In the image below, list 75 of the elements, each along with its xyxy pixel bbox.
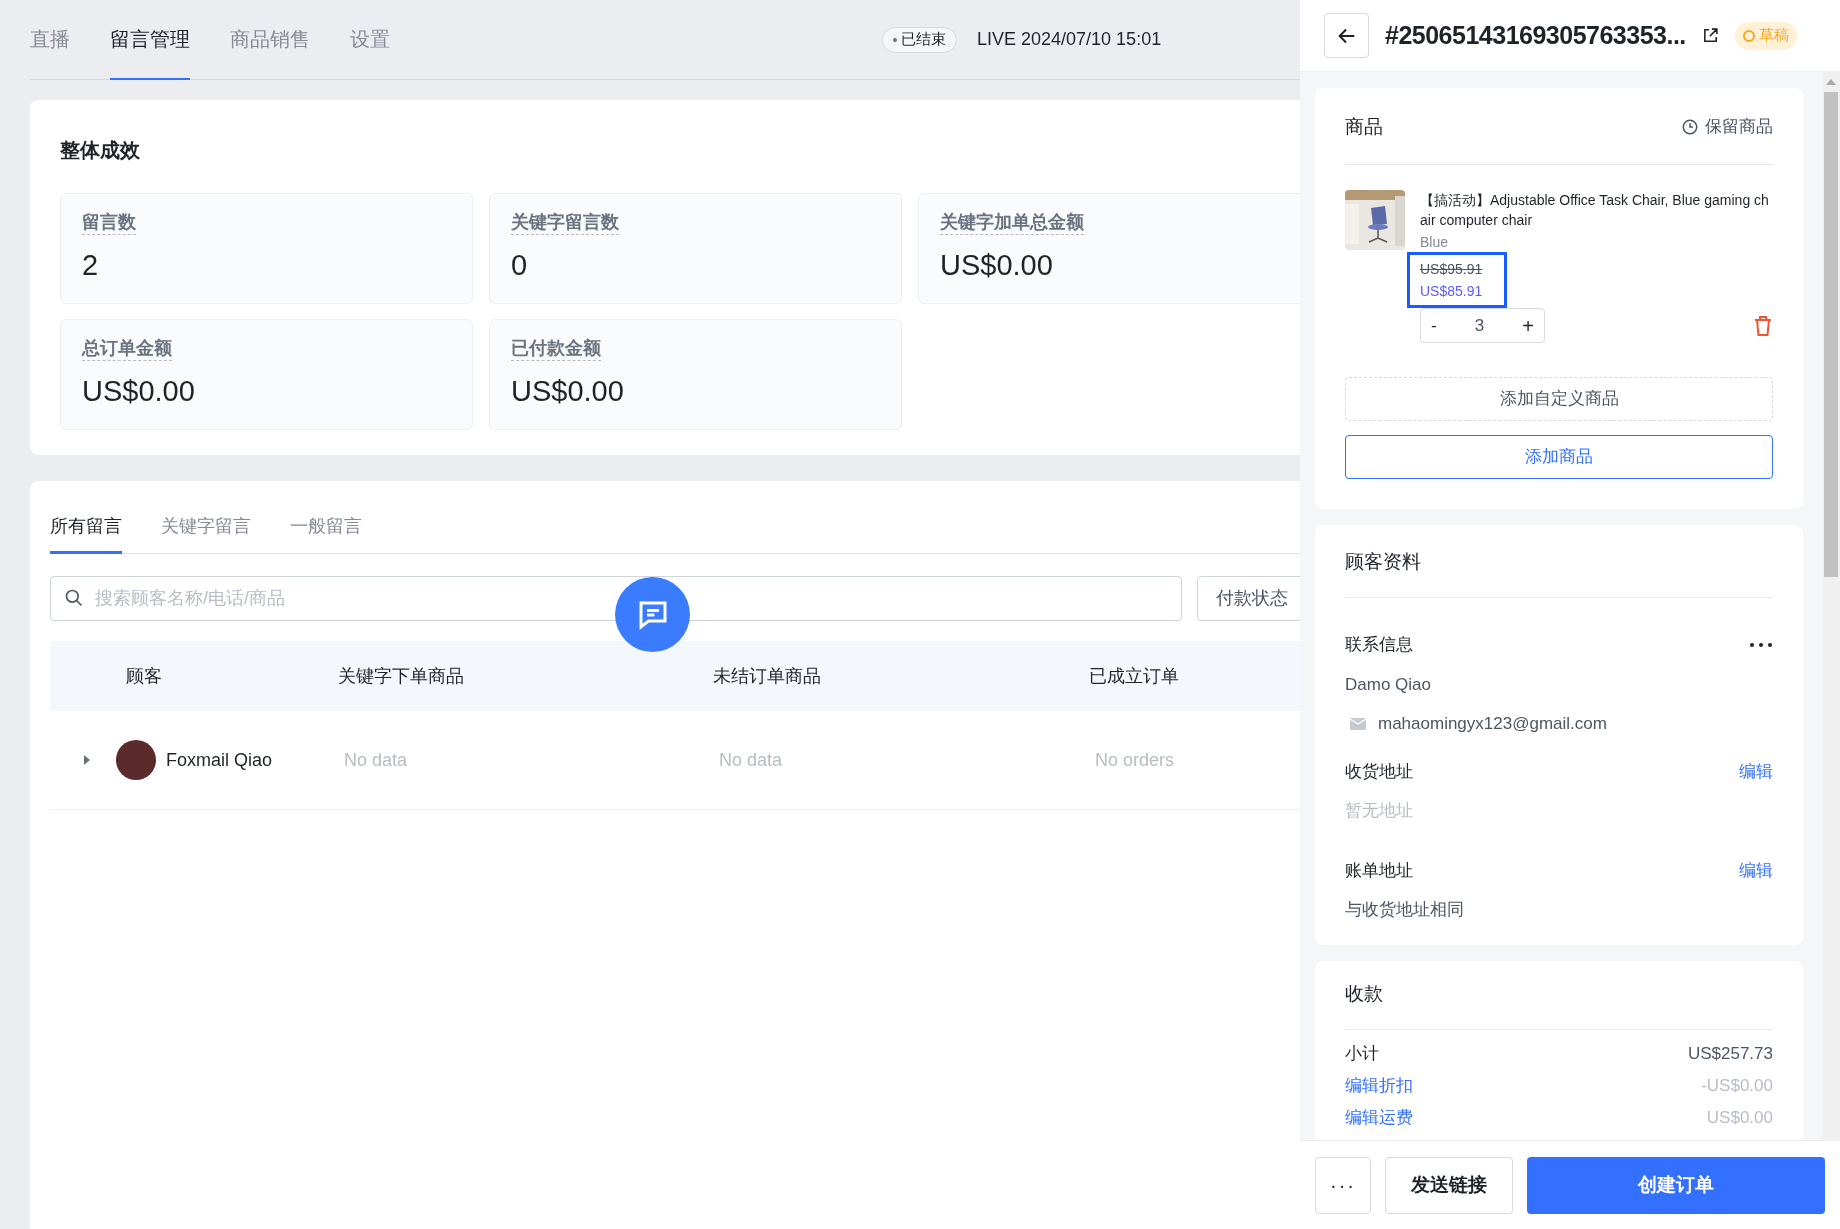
external-link-icon[interactable] — [1701, 27, 1719, 44]
comment-tab[interactable]: 所有留言 — [50, 501, 122, 554]
stat-value: 2 — [82, 248, 100, 283]
quantity-value: 3 — [1474, 314, 1485, 337]
field-label: 收货地址 — [1345, 760, 1413, 783]
status-badge: 已结束 — [882, 26, 957, 53]
expand-caret-icon[interactable] — [82, 754, 92, 766]
add-custom-product-button[interactable]: 添加自定义商品 — [1345, 377, 1773, 421]
product-name: 【搞活动】Adjustable Office Task Chair, Blue gaming chair computer chair — [1420, 191, 1770, 230]
field-label: 联系信息 — [1345, 634, 1413, 656]
stat-value: US$0.00 — [82, 374, 196, 409]
mail-icon — [1350, 717, 1366, 730]
field-value: 与收货地址相同 — [1345, 899, 1465, 921]
field-value: 暂无地址 — [1345, 800, 1414, 822]
section-title: 顾客资料 — [1345, 550, 1422, 574]
field-label: 账单地址 — [1345, 859, 1413, 882]
customer-avatar — [116, 740, 156, 780]
table-cell-text: No orders — [1095, 748, 1175, 772]
section-title: 整体成效 — [60, 138, 141, 163]
nav-tab[interactable]: 商品销售 — [230, 0, 310, 80]
increment-button[interactable]: + — [1522, 310, 1534, 341]
stat-label: 关键字留言数 — [511, 210, 619, 235]
product-variant: Blue — [1420, 233, 1450, 252]
column-header: 顾客 — [126, 664, 163, 688]
field-label: 小计 — [1345, 1042, 1379, 1065]
amount: US$257.73 — [1687, 1042, 1773, 1065]
send-link-button[interactable]: 发送链接 — [1385, 1156, 1513, 1214]
scrollbar-thumb[interactable] — [1824, 92, 1838, 577]
live-time: LIVE 2024/07/10 15:01 — [977, 28, 1162, 51]
nav-tab[interactable]: 设置 — [350, 0, 390, 80]
customer-name: Damo Qiao — [1345, 673, 1432, 696]
section-title: 商品 — [1345, 114, 1383, 139]
column-header: 未结订单商品 — [713, 664, 822, 688]
column-header: 已成立订单 — [1089, 664, 1179, 688]
stat-label: 总订单金额 — [82, 336, 172, 361]
edit-link[interactable]: 编辑 — [1739, 857, 1773, 883]
add-product-button[interactable]: 添加商品 — [1345, 435, 1773, 479]
more-button[interactable]: ··· — [1315, 1156, 1371, 1214]
customer-name: Foxmail Qiao — [166, 748, 274, 772]
scrollbar[interactable] — [1822, 72, 1840, 1140]
back-button[interactable] — [1324, 13, 1369, 58]
status-badge: 草稿 — [1734, 21, 1797, 50]
reserve-products-button[interactable]: 保留商品 — [1681, 114, 1773, 140]
search-field[interactable]: 搜索顾客名称/电话/商品 — [50, 576, 1182, 621]
search-icon — [64, 588, 84, 608]
stat-value: US$0.00 — [940, 248, 1054, 283]
stat-value: US$0.00 — [511, 374, 625, 409]
stat-label: 已付款金额 — [511, 336, 601, 361]
clock-icon — [1681, 118, 1699, 136]
edit-link[interactable]: 编辑折扣 — [1345, 1073, 1413, 1098]
stat-value: 0 — [511, 248, 529, 283]
quantity-stepper[interactable]: - 3 + — [1420, 308, 1545, 343]
order-title: #25065143169305763353... — [1385, 19, 1686, 51]
edit-link[interactable]: 编辑运费 — [1345, 1105, 1413, 1130]
original-price: US$95.91 — [1420, 260, 1484, 279]
sale-price: US$85.91 — [1420, 282, 1484, 301]
trash-icon[interactable] — [1753, 314, 1773, 337]
table-cell-text: No data — [719, 748, 784, 772]
comment-tab[interactable]: 一般留言 — [290, 501, 362, 554]
scroll-up-icon[interactable] — [1826, 79, 1836, 85]
create-order-button[interactable]: 创建订单 — [1527, 1156, 1825, 1214]
amount: -US$0.00 — [1701, 1074, 1773, 1097]
nav-tab[interactable]: 留言管理 — [110, 0, 190, 80]
more-icon[interactable] — [1749, 641, 1773, 648]
customer-email: mahaomingyx123@gmail.com — [1378, 713, 1607, 735]
edit-link[interactable]: 编辑 — [1739, 758, 1773, 784]
table-cell-text: No data — [344, 748, 409, 772]
amount: US$0.00 — [1706, 1106, 1773, 1129]
comment-tab[interactable]: 关键字留言 — [161, 501, 251, 554]
section-title: 收款 — [1345, 981, 1384, 1006]
column-header: 关键字下单商品 — [338, 664, 465, 688]
stat-label: 关键字加单总金额 — [940, 210, 1084, 235]
decrement-button[interactable]: - — [1431, 312, 1437, 339]
stat-label: 留言数 — [82, 210, 136, 235]
nav-tab[interactable]: 直播 — [30, 0, 70, 80]
